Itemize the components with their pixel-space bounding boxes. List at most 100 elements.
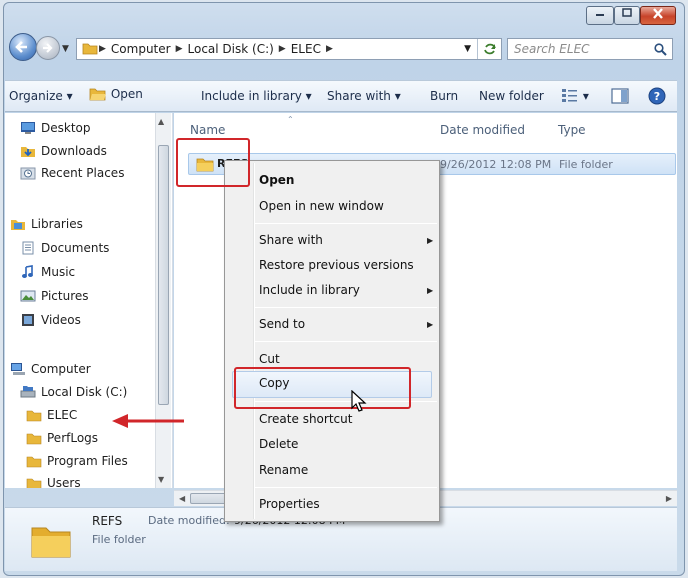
help-icon: ? <box>648 87 666 105</box>
minimize-icon <box>596 14 604 16</box>
nav-label-recent-places: Recent Places <box>41 166 125 180</box>
nav-item-videos[interactable]: Videos <box>20 309 81 331</box>
address-history-dropdown[interactable]: ▼ <box>458 44 477 54</box>
back-arrow-icon <box>15 41 27 53</box>
maximize-icon <box>622 8 632 17</box>
chevron-right-icon: ▶ <box>99 44 106 54</box>
submenu-arrow-icon: ▶ <box>427 286 434 295</box>
navigation-pane: Desktop Downloads Recent Places Librarie… <box>5 113 173 488</box>
nav-item-program-files[interactable]: Program Files <box>26 450 128 472</box>
chevron-right-icon: ▶ <box>175 44 183 54</box>
breadcrumb-local-disk[interactable]: Local Disk (C:) <box>184 42 278 56</box>
column-header-date-modified[interactable]: Date modified <box>440 123 525 137</box>
scroll-up-icon: ▲ <box>158 117 165 126</box>
nav-item-recent-places[interactable]: Recent Places <box>20 162 124 184</box>
minimize-button[interactable] <box>586 6 614 25</box>
breadcrumb-computer[interactable]: Computer <box>107 42 175 56</box>
search-icon <box>654 43 667 56</box>
documents-icon <box>22 241 34 255</box>
share-with-label: Share with <box>327 89 391 103</box>
menu-item-rename[interactable]: Rename <box>259 463 308 477</box>
scroll-right-icon: ▶ <box>665 494 672 503</box>
context-menu: Open Open in new window Share with ▶ Res… <box>224 160 440 522</box>
column-header-type[interactable]: Type <box>558 123 586 137</box>
close-button[interactable] <box>640 6 676 25</box>
nav-item-libraries[interactable]: Libraries <box>10 213 83 235</box>
search-input[interactable]: Search ELEC <box>507 38 673 60</box>
maximize-button[interactable] <box>614 6 640 25</box>
nav-label-downloads: Downloads <box>41 144 107 158</box>
menu-item-open[interactable]: Open <box>259 173 294 187</box>
menu-separator <box>255 307 437 308</box>
scrollbar-thumb[interactable] <box>158 145 169 405</box>
refresh-button[interactable] <box>477 39 501 59</box>
copy-highlight-box <box>234 367 411 409</box>
chevron-right-icon: ▶ <box>278 44 286 54</box>
red-arrow-icon <box>112 414 184 428</box>
menu-separator <box>255 223 437 224</box>
organize-button[interactable]: Organize ▾ <box>9 89 73 103</box>
submenu-arrow-icon: ▶ <box>427 236 434 245</box>
downloads-folder-icon <box>21 147 35 157</box>
breadcrumb-elec[interactable]: ELEC <box>287 42 325 56</box>
folder-large-icon <box>31 527 71 558</box>
nav-item-pictures[interactable]: Pictures <box>20 285 89 307</box>
menu-item-create-shortcut[interactable]: Create shortcut <box>259 412 352 426</box>
nav-item-local-disk[interactable]: Local Disk (C:) <box>20 381 127 403</box>
close-icon <box>653 8 663 19</box>
libraries-icon <box>11 220 25 230</box>
back-button[interactable] <box>9 33 37 61</box>
forward-button[interactable] <box>36 36 60 60</box>
svg-text:?: ? <box>654 90 660 103</box>
nav-label-elec: ELEC <box>47 408 78 422</box>
open-label: Open <box>110 87 143 101</box>
burn-button[interactable]: Burn <box>430 89 458 103</box>
refs-highlight-box <box>176 138 250 187</box>
nav-item-elec[interactable]: ELEC <box>26 404 77 426</box>
file-type: File folder <box>559 158 613 171</box>
menu-item-send-to[interactable]: Send to <box>259 317 305 331</box>
nav-label-music: Music <box>41 265 76 279</box>
open-button[interactable]: Open <box>89 86 143 102</box>
help-button[interactable]: ? <box>648 87 666 108</box>
navigation-scrollbar[interactable]: ▲ ▼ <box>155 113 171 488</box>
nav-item-desktop[interactable]: Desktop <box>20 117 91 139</box>
menu-item-delete[interactable]: Delete <box>259 437 298 451</box>
videos-icon <box>22 314 34 326</box>
nav-item-computer[interactable]: Computer <box>10 358 91 380</box>
new-folder-button[interactable]: New folder <box>479 89 544 103</box>
folder-icon <box>26 433 42 445</box>
computer-icon <box>11 363 25 375</box>
nav-item-downloads[interactable]: Downloads <box>20 140 107 162</box>
menu-item-cut[interactable]: Cut <box>259 352 280 366</box>
file-date-modified: 9/26/2012 12:08 PM <box>440 158 552 171</box>
details-type: File folder <box>92 533 146 546</box>
share-with-button[interactable]: Share with ▾ <box>327 89 401 103</box>
include-in-library-button[interactable]: Include in library ▾ <box>201 89 312 103</box>
include-in-library-label: Include in library <box>201 89 302 103</box>
menu-item-include-in-library[interactable]: Include in library <box>259 283 360 297</box>
preview-pane-button[interactable] <box>611 88 629 107</box>
nav-item-documents[interactable]: Documents <box>20 237 109 259</box>
view-options-button[interactable]: ▾ <box>561 87 589 103</box>
recent-pages-dropdown[interactable]: ▼ <box>62 44 69 54</box>
open-folder-icon <box>89 88 106 101</box>
menu-item-restore-previous-versions[interactable]: Restore previous versions <box>259 258 414 272</box>
sort-indicator-icon: ⌃ <box>287 115 294 124</box>
menu-item-properties[interactable]: Properties <box>259 497 320 511</box>
recent-places-icon <box>20 167 36 180</box>
folder-icon <box>82 41 98 58</box>
address-bar[interactable]: ▶ Computer ▶ Local Disk (C:) ▶ ELEC ▶ ▼ <box>76 38 502 60</box>
music-icon <box>22 265 33 278</box>
submenu-arrow-icon: ▶ <box>427 320 434 329</box>
menu-item-share-with[interactable]: Share with <box>259 233 323 247</box>
new-folder-label: New folder <box>479 89 544 103</box>
nav-item-music[interactable]: Music <box>20 261 75 283</box>
folder-icon <box>26 410 42 422</box>
nav-label-pictures: Pictures <box>41 289 89 303</box>
nav-item-users[interactable]: Users <box>26 472 81 488</box>
column-header-name[interactable]: Name <box>190 123 225 137</box>
menu-item-open-new-window[interactable]: Open in new window <box>259 199 384 213</box>
nav-item-perflogs[interactable]: PerfLogs <box>26 427 98 449</box>
burn-label: Burn <box>430 89 459 103</box>
